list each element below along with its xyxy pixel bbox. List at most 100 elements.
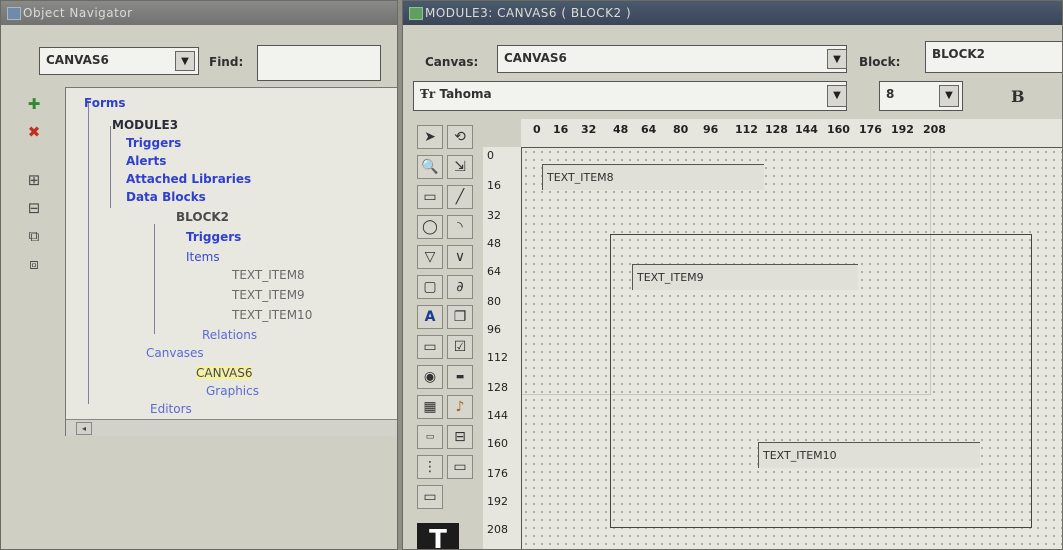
ruler-y-48: 48 bbox=[487, 237, 501, 250]
navigator-window-icon bbox=[7, 7, 21, 20]
collapse-icon[interactable]: ⊟ bbox=[25, 199, 43, 217]
expand-all-icon[interactable]: ⧉ bbox=[25, 227, 43, 245]
tree-node-canvases[interactable]: Canvases bbox=[146, 346, 204, 360]
ruler-y-192: 192 bbox=[487, 495, 508, 508]
list-item-tool-icon[interactable]: ⋮ bbox=[417, 455, 443, 479]
chevron-down-icon[interactable]: ▼ bbox=[827, 85, 847, 107]
plus-icon[interactable]: ✚ bbox=[25, 95, 43, 113]
tree-node-editors[interactable]: Editors bbox=[150, 402, 192, 416]
chevron-down-icon[interactable]: ▼ bbox=[939, 85, 959, 107]
tree-line bbox=[154, 224, 155, 334]
sound-tool-icon[interactable]: ♪ bbox=[447, 395, 473, 419]
tree-node-triggers[interactable]: Triggers bbox=[126, 136, 181, 150]
tab-canvas-tool-icon[interactable]: ▭ bbox=[447, 455, 473, 479]
block-selector[interactable]: BLOCK2 bbox=[925, 41, 1062, 73]
line-tool-icon[interactable]: ╱ bbox=[447, 185, 473, 209]
select-tool-icon[interactable]: ➤ bbox=[417, 125, 443, 149]
ruler-x-96: 96 bbox=[703, 123, 719, 136]
ruler-x-128: 128 bbox=[765, 123, 788, 136]
ruler-x-208: 208 bbox=[923, 123, 946, 136]
tree-horizontal-scrollbar[interactable]: ◂ bbox=[66, 419, 397, 436]
ruler-x-32: 32 bbox=[581, 123, 597, 136]
arc-tool-icon[interactable]: ◝ bbox=[447, 215, 473, 239]
ruler-y-96: 96 bbox=[487, 323, 501, 336]
ruler-y-208: 208 bbox=[487, 523, 508, 536]
polygon-tool-icon[interactable]: ▽ bbox=[417, 245, 443, 269]
ruler-y-16: 16 bbox=[487, 179, 501, 192]
text-tool-icon[interactable]: A bbox=[417, 305, 443, 329]
tree-node-block-triggers[interactable]: Triggers bbox=[186, 230, 241, 244]
layout-editor-window: MODULE3: CANVAS6 ( BLOCK2 ) Canvas: CANV… bbox=[402, 0, 1063, 550]
tree-node-module[interactable]: MODULE3 bbox=[112, 118, 178, 132]
find-input[interactable] bbox=[257, 45, 381, 81]
text-item-text-item8[interactable]: TEXT_ITEM8 bbox=[542, 164, 764, 190]
ruler-x-160: 160 bbox=[827, 123, 850, 136]
vertical-ruler: 0 16 32 48 64 80 96 112 128 144 160 176 … bbox=[483, 147, 522, 549]
text-mode-icon[interactable]: T bbox=[417, 523, 459, 549]
ruler-y-160: 160 bbox=[487, 437, 508, 450]
navigator-title: Object Navigator bbox=[23, 6, 133, 20]
rotate-tool-icon[interactable]: ⟲ bbox=[447, 125, 473, 149]
font-selector[interactable]: Ŧr Tahoma bbox=[413, 81, 847, 111]
stacked-canvas-tool-icon[interactable]: ⊟ bbox=[447, 425, 473, 449]
navigator-titlebar[interactable]: Object Navigator bbox=[1, 1, 397, 25]
ruler-y-64: 64 bbox=[487, 265, 501, 278]
canvas-selector[interactable]: CANVAS6 bbox=[497, 45, 847, 73]
tree-node-relations[interactable]: Relations bbox=[202, 328, 257, 342]
ole-container-tool-icon[interactable]: ▭ bbox=[417, 485, 443, 509]
image-tool-icon[interactable]: ▦ bbox=[417, 395, 443, 419]
tree-node-forms[interactable]: Forms bbox=[84, 96, 126, 110]
layout-editor-titlebar[interactable]: MODULE3: CANVAS6 ( BLOCK2 ) bbox=[403, 1, 1062, 25]
tree-node-item-text-item8[interactable]: TEXT_ITEM8 bbox=[232, 268, 305, 282]
rounded-rectangle-tool-icon[interactable]: ▢ bbox=[417, 275, 443, 299]
display-item-tool-icon[interactable]: ▭ bbox=[417, 425, 443, 449]
tree-node-canvas[interactable]: CANVAS6 bbox=[196, 366, 253, 380]
navigator-tree-panel: Forms MODULE3 Triggers Alerts Attached L… bbox=[65, 87, 397, 436]
tree-node-alerts[interactable]: Alerts bbox=[126, 154, 166, 168]
chevron-down-icon[interactable]: ▼ bbox=[827, 49, 847, 69]
ruler-x-192: 192 bbox=[891, 123, 914, 136]
text-item-text-item9[interactable]: TEXT_ITEM9 bbox=[632, 264, 858, 290]
tool-palette: ➤ ⟲ 🔍 ⇲ ▭ ╱ ◯ ◝ ▽ ∨ ▢ ∂ A ❐ ▭ ☑ ◉ ▬ ▦ ♪ … bbox=[403, 119, 483, 549]
ruler-x-48: 48 bbox=[613, 123, 629, 136]
text-item-text-item10[interactable]: TEXT_ITEM10 bbox=[758, 442, 980, 468]
bold-button[interactable]: B bbox=[1011, 87, 1025, 106]
freehand-tool-icon[interactable]: ∂ bbox=[447, 275, 473, 299]
tree-node-item-text-item10[interactable]: TEXT_ITEM10 bbox=[232, 308, 312, 322]
scroll-left-icon[interactable]: ◂ bbox=[76, 422, 92, 435]
tree-node-item-text-item9[interactable]: TEXT_ITEM9 bbox=[232, 288, 305, 302]
find-label: Find: bbox=[209, 55, 244, 69]
object-navigator-window: Object Navigator CANVAS6 ▼ Find: ✚ ✖ ⊞ ⊟… bbox=[0, 0, 398, 550]
frame-tool-icon[interactable]: ❐ bbox=[447, 305, 473, 329]
tree-node-attached-libraries[interactable]: Attached Libraries bbox=[126, 172, 251, 186]
horizontal-ruler: 0 16 32 48 64 80 96 112 128 144 160 176 … bbox=[521, 119, 1062, 148]
radio-button-tool-icon[interactable]: ◉ bbox=[417, 365, 443, 389]
ellipse-tool-icon[interactable]: ◯ bbox=[417, 215, 443, 239]
checkbox-tool-icon[interactable]: ☑ bbox=[447, 335, 473, 359]
canvas-label: Canvas: bbox=[425, 55, 479, 69]
rectangle-tool-icon[interactable]: ▭ bbox=[417, 185, 443, 209]
expand-icon[interactable]: ⊞ bbox=[25, 171, 43, 189]
truetype-icon: Ŧr bbox=[420, 87, 440, 101]
layout-editor-title: MODULE3: CANVAS6 ( BLOCK2 ) bbox=[425, 6, 632, 20]
delete-icon[interactable]: ✖ bbox=[25, 123, 43, 141]
tree-line bbox=[110, 126, 111, 208]
polyline-tool-icon[interactable]: ∨ bbox=[447, 245, 473, 269]
ruler-x-64: 64 bbox=[641, 123, 657, 136]
tree-line bbox=[88, 102, 89, 404]
collapse-all-icon[interactable]: ⧈ bbox=[25, 255, 43, 273]
ruler-x-16: 16 bbox=[553, 123, 569, 136]
layout-canvas[interactable]: TEXT_ITEM8 TEXT_ITEM9 TEXT_ITEM10 bbox=[522, 148, 1062, 549]
tree-node-block[interactable]: BLOCK2 bbox=[176, 210, 229, 224]
tree-node-data-blocks[interactable]: Data Blocks bbox=[126, 190, 206, 204]
magnify-tool-icon[interactable]: 🔍 bbox=[417, 155, 443, 179]
tree-node-graphics[interactable]: Graphics bbox=[206, 384, 259, 398]
button-tool-icon[interactable]: ▭ bbox=[417, 335, 443, 359]
ruler-x-112: 112 bbox=[735, 123, 758, 136]
reshape-tool-icon[interactable]: ⇲ bbox=[447, 155, 473, 179]
text-item-tool-icon[interactable]: ▬ bbox=[447, 365, 473, 389]
tree-node-items[interactable]: Items bbox=[186, 250, 220, 264]
chevron-down-icon[interactable]: ▼ bbox=[175, 51, 195, 71]
ruler-y-0: 0 bbox=[487, 149, 494, 162]
ruler-y-80: 80 bbox=[487, 295, 501, 308]
